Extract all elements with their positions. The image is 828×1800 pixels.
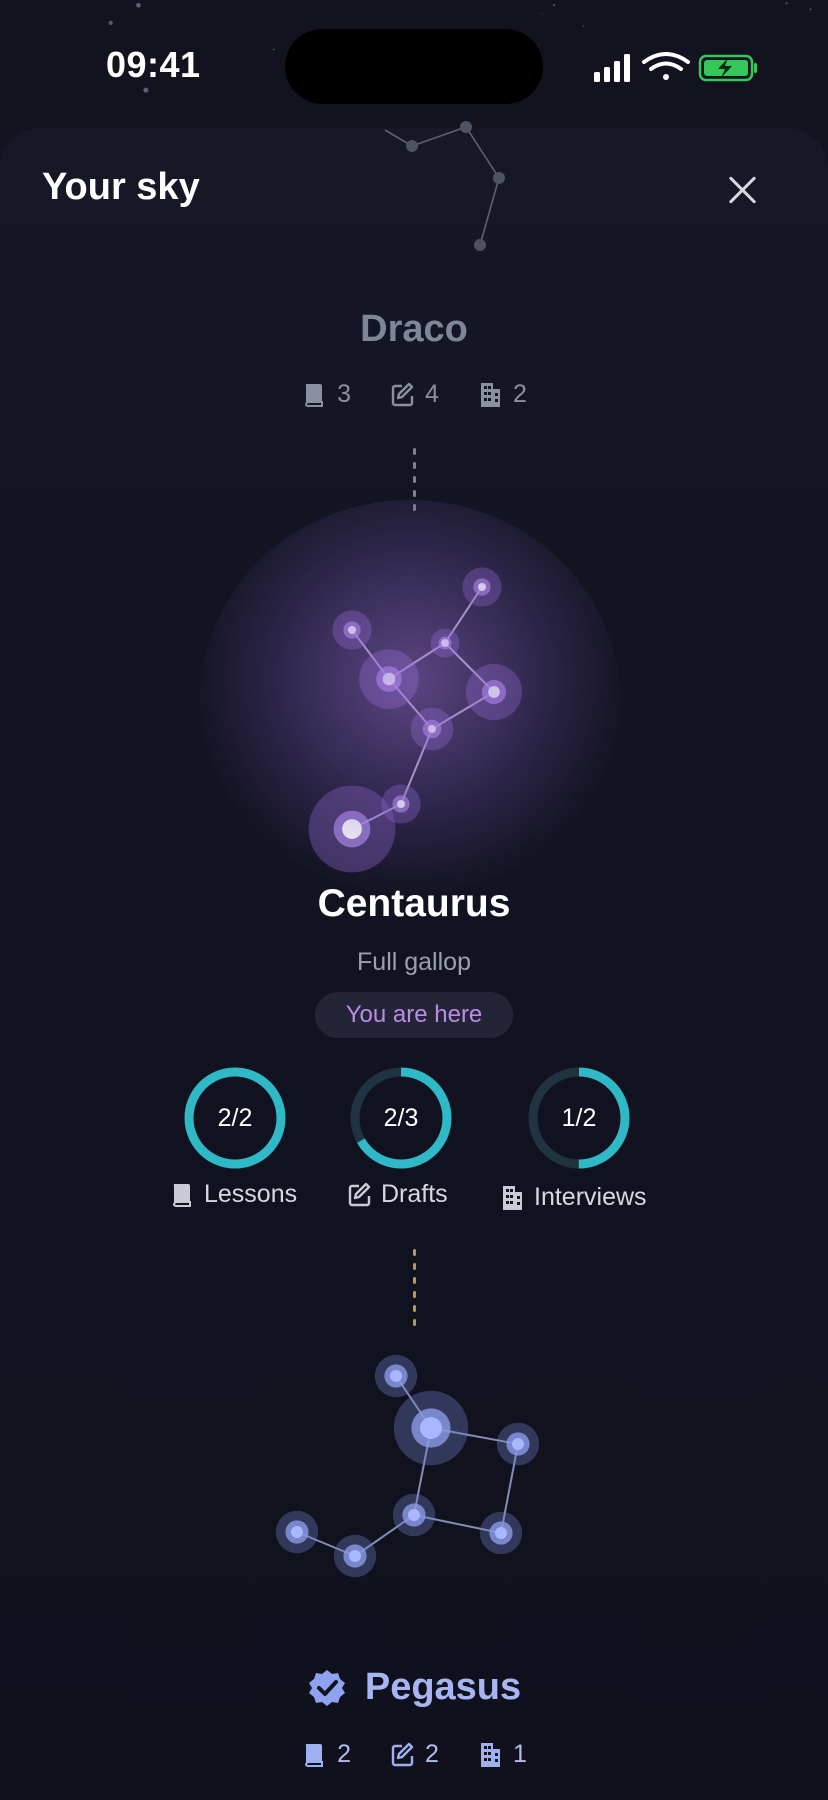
connector-dot (413, 1277, 416, 1284)
draco-star (474, 239, 486, 251)
lessons-label-text: Lessons (204, 1180, 298, 1208)
connector-dot (413, 1249, 416, 1256)
connector-dot (413, 1305, 416, 1312)
pegasus-star (390, 1370, 402, 1382)
connector-dot (413, 462, 416, 469)
you-are-here-badge: You are here (315, 992, 513, 1038)
edit-icon (391, 1742, 414, 1766)
building-icon (503, 1185, 522, 1210)
draco-line (411, 126, 467, 147)
centaurus-name[interactable]: Centaurus (0, 882, 828, 926)
building-icon (480, 382, 500, 407)
draco-stats: 3 4 2 (0, 380, 828, 409)
verified-badge-icon (308, 1669, 345, 1706)
pegasus-header[interactable]: Pegasus (0, 1666, 828, 1709)
connector-dot (413, 476, 416, 483)
stat-value: 2 (337, 1740, 352, 1768)
stat-value: 2 (425, 1740, 439, 1768)
stat-drafts: 4 (389, 380, 439, 409)
progress-ring-lessons[interactable]: 2/2 (182, 1065, 288, 1176)
connector-dot (413, 448, 416, 455)
building-icon (480, 1742, 500, 1767)
draco-line (479, 177, 500, 246)
pegasus-stats: 2 2 1 (0, 1740, 828, 1769)
draco-star (460, 121, 472, 133)
stat-drafts: 2 (389, 1740, 439, 1769)
draco-star (406, 140, 418, 152)
edit-icon (391, 382, 414, 406)
stat-interviews: 2 (477, 380, 527, 409)
interviews-label: Interviews (500, 1183, 647, 1212)
book-icon (172, 1183, 191, 1207)
pegasus-star (495, 1527, 507, 1539)
stat-lessons: 2 (301, 1740, 351, 1769)
stat-value: 4 (425, 380, 439, 408)
draco-line (465, 126, 500, 179)
progress-ring-interviews[interactable]: 1/2 (526, 1065, 632, 1176)
progress-ring-text: 1/2 (561, 1104, 597, 1132)
close-icon[interactable] (722, 170, 762, 210)
centaurus-subtitle: Full gallop (357, 948, 471, 976)
connector-dot (413, 490, 416, 497)
book-icon (305, 383, 324, 407)
stat-interviews: 1 (477, 1740, 527, 1769)
sheet-title: Your sky (42, 166, 200, 208)
pegasus-star (349, 1550, 361, 1562)
stat-lessons: 3 (301, 380, 351, 409)
stat-value: 1 (512, 1740, 527, 1768)
connector-dot (413, 1263, 416, 1270)
interviews-label-text: Interviews (534, 1183, 647, 1211)
pegasus-star (512, 1438, 524, 1450)
stat-value: 2 (512, 380, 527, 408)
draco-star (493, 172, 505, 184)
pegasus-star (291, 1526, 303, 1538)
pegasus-name: Pegasus (364, 1666, 522, 1708)
stat-value: 3 (337, 380, 352, 408)
drafts-label: Drafts (347, 1180, 448, 1209)
progress-ring-text: 2/3 (383, 1104, 419, 1132)
draco-name[interactable]: Draco (0, 308, 828, 351)
edit-icon (348, 1182, 371, 1206)
connector-dot (413, 1291, 416, 1298)
pegasus-star (420, 1417, 442, 1439)
drafts-label-text: Drafts (381, 1180, 448, 1208)
progress-ring-drafts[interactable]: 2/3 (348, 1065, 454, 1176)
current-constellation-glow (200, 500, 620, 900)
lessons-label: Lessons (170, 1180, 297, 1209)
connector-dot (413, 1319, 416, 1326)
progress-ring-text: 2/2 (217, 1104, 253, 1132)
book-icon (305, 1743, 324, 1767)
pegasus-star (408, 1509, 420, 1521)
